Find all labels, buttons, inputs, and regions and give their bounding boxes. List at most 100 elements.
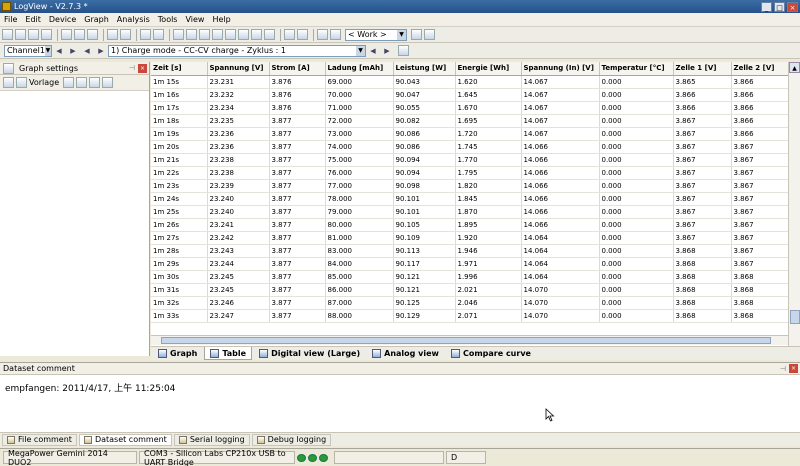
menu-edit[interactable]: Edit <box>25 15 41 24</box>
settings-icon[interactable] <box>140 29 151 40</box>
digital-icon[interactable] <box>199 29 210 40</box>
menu-analysis[interactable]: Analysis <box>117 15 150 24</box>
column-header[interactable]: Zelle 1 [V] <box>673 62 732 76</box>
record-prev-icon[interactable]: ◀ <box>82 46 92 56</box>
delete-icon[interactable] <box>424 29 435 40</box>
tab-file-comment[interactable]: File comment <box>2 433 77 446</box>
table-row[interactable]: 1m 31s 23.245 3.877 86.000 90.121 2.021 14.070… <box>151 283 788 297</box>
tab-compare-curve[interactable]: Compare curve <box>446 347 536 360</box>
table-row[interactable]: 1m 28s 23.243 3.877 83.000 90.113 1.946 14.064… <box>151 244 788 258</box>
column-header[interactable]: Ladung [mAh] <box>325 62 394 76</box>
axis-icon[interactable] <box>89 77 101 88</box>
channel-next-icon[interactable]: ▶ <box>68 46 78 56</box>
menu-tools[interactable]: Tools <box>158 15 178 24</box>
table-icon[interactable] <box>173 29 184 40</box>
scroll-thumb[interactable] <box>790 310 800 324</box>
table-row[interactable]: 1m 21s 23.238 3.877 75.000 90.094 1.770 14.066… <box>151 153 788 167</box>
menu-graph[interactable]: Graph <box>84 15 109 24</box>
curve-icon[interactable] <box>102 77 114 88</box>
vertical-scrollbar[interactable]: ▲ <box>788 62 800 346</box>
workspace-select[interactable]: < Work > ▼ <box>345 28 407 41</box>
start-icon[interactable] <box>153 29 164 40</box>
tab-analog-view[interactable]: Analog view <box>367 347 444 360</box>
column-header[interactable]: Temperatur [°C] <box>599 62 674 76</box>
table-row[interactable]: 1m 27s 23.242 3.877 81.000 90.109 1.920 14.064… <box>151 231 788 245</box>
channel-prev-icon[interactable]: ◀ <box>54 46 64 56</box>
pin-icon[interactable]: ⊣ <box>780 365 786 373</box>
table-row[interactable]: 1m 19s 23.236 3.877 73.000 90.086 1.720 14.067… <box>151 127 788 141</box>
horizontal-scrollbar[interactable] <box>151 335 788 345</box>
print-icon[interactable] <box>87 29 98 40</box>
column-header[interactable]: Zelle 2 [V] <box>731 62 788 76</box>
compare-icon[interactable] <box>225 29 236 40</box>
column-header[interactable]: Zeit [s] <box>151 62 208 76</box>
table-row[interactable]: 1m 29s 23.244 3.877 84.000 90.117 1.971 14.064… <box>151 257 788 271</box>
dataset-comment-text[interactable]: empfangen: 2011/4/17, 上午 11:25:04 <box>0 375 800 400</box>
open-folder-icon[interactable] <box>15 29 26 40</box>
zoom-icon[interactable] <box>284 29 295 40</box>
object-edit-icon[interactable] <box>330 29 341 40</box>
minimize-button[interactable]: _ <box>761 1 772 12</box>
scroll-up-icon[interactable]: ▲ <box>789 62 800 73</box>
cells-icon[interactable] <box>238 29 249 40</box>
table-row[interactable]: 1m 22s 23.238 3.877 76.000 90.094 1.795 14.066… <box>151 166 788 180</box>
save-as-icon[interactable] <box>41 29 52 40</box>
cut-icon[interactable] <box>61 29 72 40</box>
menu-help[interactable]: Help <box>212 15 230 24</box>
table-row[interactable]: 1m 25s 23.240 3.877 79.000 90.101 1.870 14.066… <box>151 205 788 219</box>
port-icon[interactable] <box>120 29 131 40</box>
edit-icon[interactable] <box>411 29 422 40</box>
graph-icon[interactable] <box>186 29 197 40</box>
channel-select[interactable]: Channel1 ▼ <box>4 44 52 57</box>
column-header[interactable]: Leistung [W] <box>393 62 456 76</box>
tab-dataset-comment[interactable]: Dataset comment <box>78 433 172 446</box>
delete-icon[interactable] <box>76 77 88 88</box>
tab-debug-logging[interactable]: Debug logging <box>251 433 332 446</box>
table-row[interactable]: 1m 18s 23.235 3.877 72.000 90.082 1.695 14.067… <box>151 114 788 128</box>
scroll-thumb[interactable] <box>161 337 771 344</box>
record-select[interactable]: 1) Charge mode - CC-CV charge - Zyklus :… <box>108 44 366 57</box>
pan-icon[interactable] <box>297 29 308 40</box>
chart-icon[interactable] <box>264 29 275 40</box>
table-row[interactable]: 1m 17s 23.234 3.876 71.000 90.055 1.670 14.067… <box>151 101 788 115</box>
tab-table[interactable]: Table <box>204 347 253 360</box>
column-header[interactable]: Strom [A] <box>269 62 326 76</box>
tab-digital-view[interactable]: Digital view (Large) <box>254 347 365 360</box>
table-row[interactable]: 1m 30s 23.245 3.877 85.000 90.121 1.996 14.064… <box>151 270 788 284</box>
device-icon[interactable] <box>107 29 118 40</box>
column-header[interactable]: Energie [Wh] <box>455 62 522 76</box>
table-row[interactable]: 1m 16s 23.232 3.876 70.000 90.047 1.645 14.067… <box>151 88 788 102</box>
save-icon[interactable] <box>63 77 75 88</box>
new-file-icon[interactable] <box>2 29 13 40</box>
open-folder-icon[interactable] <box>3 77 14 88</box>
maximize-button[interactable]: □ <box>774 1 785 12</box>
column-header[interactable]: Spannung [V] <box>207 62 270 76</box>
menu-device[interactable]: Device <box>49 15 76 24</box>
table-row[interactable]: 1m 20s 23.236 3.877 74.000 90.086 1.745 14.066… <box>151 140 788 154</box>
statistics-icon[interactable] <box>251 29 262 40</box>
record-list-icon[interactable] <box>398 45 409 56</box>
table-row[interactable]: 1m 15s 23.231 3.876 69.000 90.043 1.620 14.067… <box>151 75 788 89</box>
copy-icon[interactable] <box>74 29 85 40</box>
close-panel-icon[interactable]: × <box>789 364 798 373</box>
record-prev-icon[interactable]: ◀ <box>368 46 378 56</box>
save-icon[interactable] <box>28 29 39 40</box>
close-button[interactable]: × <box>787 1 798 12</box>
tab-graph[interactable]: Graph <box>153 347 202 360</box>
close-panel-icon[interactable]: × <box>138 63 147 73</box>
table-row[interactable]: 1m 26s 23.241 3.877 80.000 90.105 1.895 14.066… <box>151 218 788 232</box>
pin-icon[interactable]: ⊣ <box>129 64 135 72</box>
column-header[interactable]: Spannung (In) [V] <box>521 62 600 76</box>
table-row[interactable]: 1m 33s 23.247 3.877 88.000 90.129 2.071 14.070… <box>151 309 788 323</box>
table-row[interactable]: 1m 32s 23.246 3.877 87.000 90.125 2.046 14.070… <box>151 296 788 310</box>
tab-serial-logging[interactable]: Serial logging <box>173 433 250 446</box>
object-icon[interactable] <box>317 29 328 40</box>
menu-view[interactable]: View <box>185 15 204 24</box>
record-next-icon[interactable]: ▶ <box>382 46 392 56</box>
menu-file[interactable]: File <box>4 15 17 24</box>
analog-icon[interactable] <box>212 29 223 40</box>
record-next-icon[interactable]: ▶ <box>96 46 106 56</box>
table-row[interactable]: 1m 23s 23.239 3.877 77.000 90.098 1.820 14.066… <box>151 179 788 193</box>
table-row[interactable]: 1m 24s 23.240 3.877 78.000 90.101 1.845 14.066… <box>151 192 788 206</box>
save-icon[interactable] <box>16 77 27 88</box>
